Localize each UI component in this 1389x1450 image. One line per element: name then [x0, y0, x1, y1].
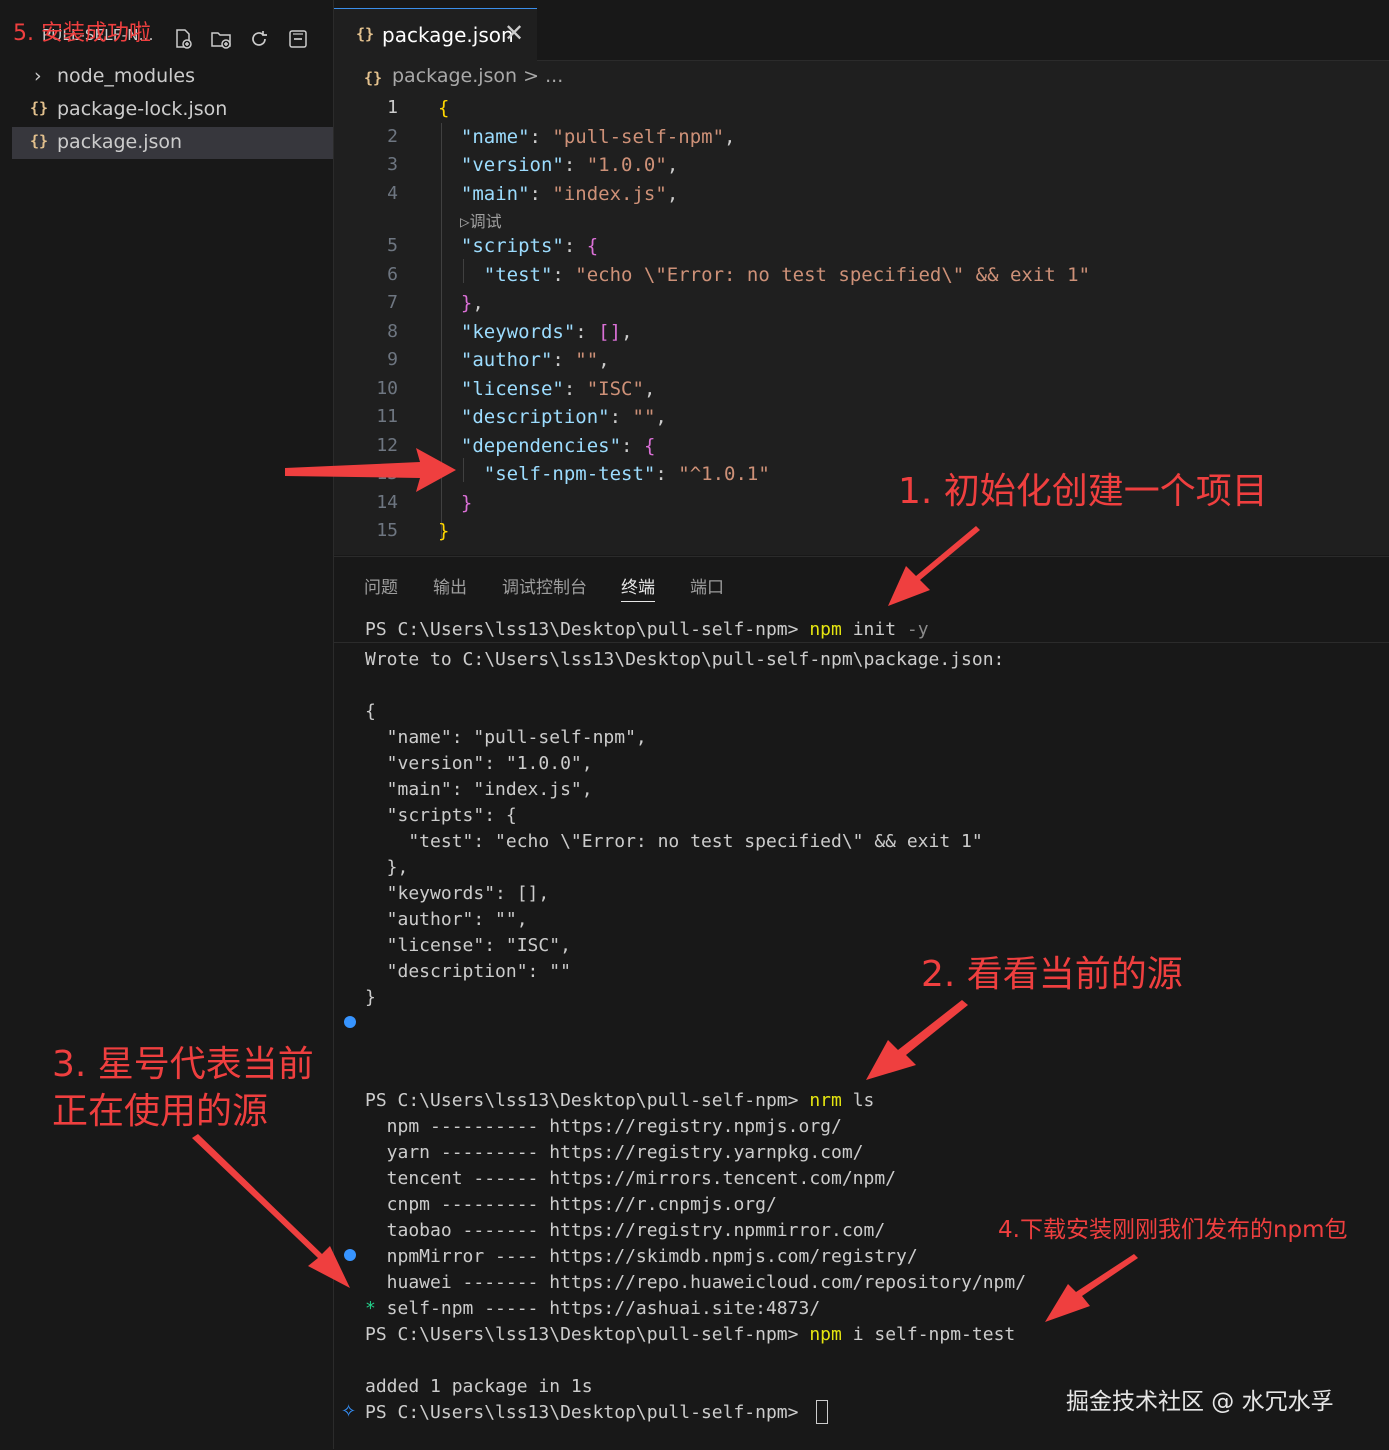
arrow-1: [888, 526, 980, 606]
arrow-2: [866, 1000, 968, 1080]
arrow-5: [285, 448, 456, 492]
annotation-arrows: [192, 448, 1138, 1322]
arrow-3: [192, 1134, 350, 1288]
watermark: 掘金技术社区 @ 水冗水孚: [1066, 1389, 1334, 1415]
arrow-4: [1045, 1254, 1138, 1322]
